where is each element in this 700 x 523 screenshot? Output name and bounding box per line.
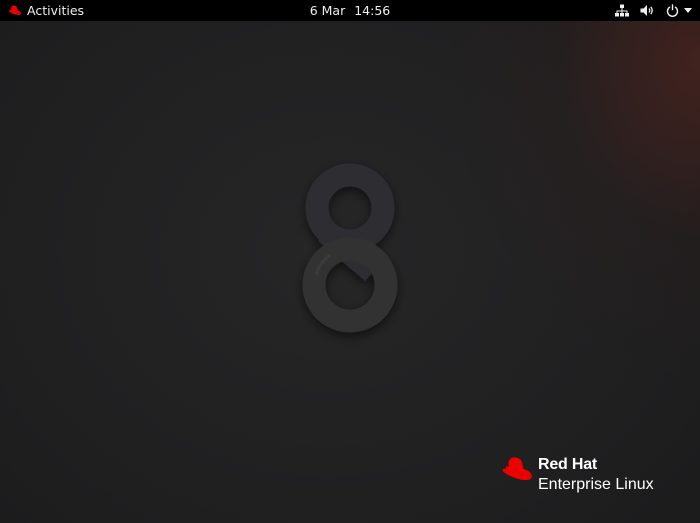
version-eight-logo [302, 163, 398, 333]
activities-label: Activities [27, 3, 85, 18]
top-bar: Activities 6 Mar 14:56 [0, 0, 700, 21]
redhat-enterprise-linux-brand: Red Hat Enterprise Linux [499, 453, 679, 498]
system-status-menu[interactable] [615, 0, 692, 21]
clock-date: 6 Mar [309, 3, 346, 18]
activities-button[interactable]: Activities [0, 0, 92, 21]
desktop-screen: Activities 6 Mar 14:56 Red Hat Enterpris… [0, 0, 700, 523]
redhat-logo-icon [8, 5, 22, 15]
speaker-volume-icon [640, 5, 653, 16]
power-icon [666, 4, 679, 17]
brand-name: Red Hat [538, 456, 598, 473]
clock-button[interactable]: 6 Mar 14:56 [300, 0, 400, 21]
brand-product: Enterprise Linux [538, 476, 654, 493]
redhat-hat-icon [502, 457, 532, 480]
clock-time: 14:56 [354, 3, 391, 18]
power-menu-group [666, 4, 692, 17]
network-wired-icon [615, 4, 629, 17]
dropdown-arrow-icon [684, 8, 692, 13]
